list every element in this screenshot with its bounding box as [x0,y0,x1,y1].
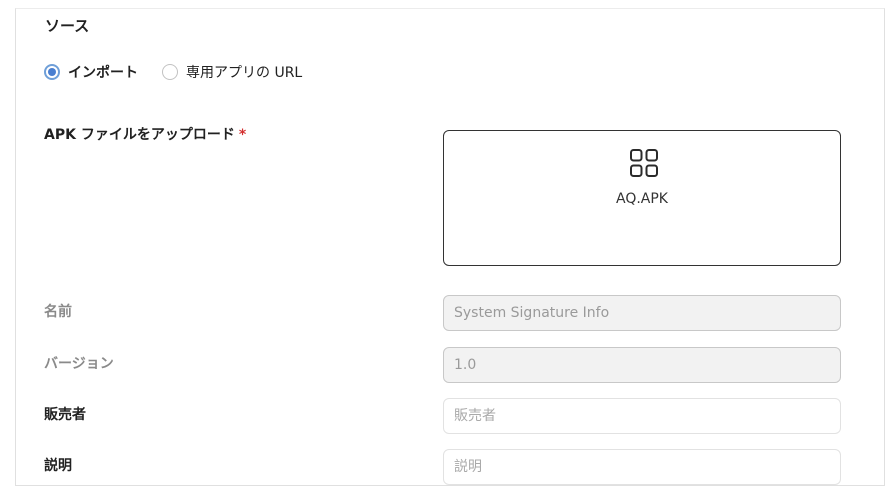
name-label: 名前 [44,304,72,320]
apps-grid-icon [630,149,658,177]
name-input[interactable] [443,295,841,331]
apk-upload-dropzone[interactable]: AQ.APK [443,130,841,266]
upload-apk-label: APK ファイルをアップロード * [44,124,246,144]
source-radio-group: インポート 専用アプリの URL [44,61,302,83]
required-asterisk: * [238,127,247,143]
vendor-label: 販売者 [44,407,86,423]
description-input[interactable] [443,449,841,485]
source-section-title: ソース [45,17,90,35]
version-input[interactable] [443,347,841,383]
version-label: バージョン [44,356,114,372]
radio-import-indicator[interactable] [44,64,60,80]
vendor-input[interactable] [443,398,841,434]
uploaded-file-name: AQ.APK [615,191,668,207]
radio-import-label: インポート [68,65,138,81]
radio-private-app-url[interactable]: 専用アプリの URL [162,62,302,82]
description-label: 説明 [44,458,72,474]
radio-import[interactable]: インポート [44,62,138,82]
radio-private-app-url-label: 専用アプリの URL [186,65,303,81]
radio-private-app-url-indicator[interactable] [162,64,178,80]
upload-apk-label-text: APK ファイルをアップロード [44,127,235,143]
